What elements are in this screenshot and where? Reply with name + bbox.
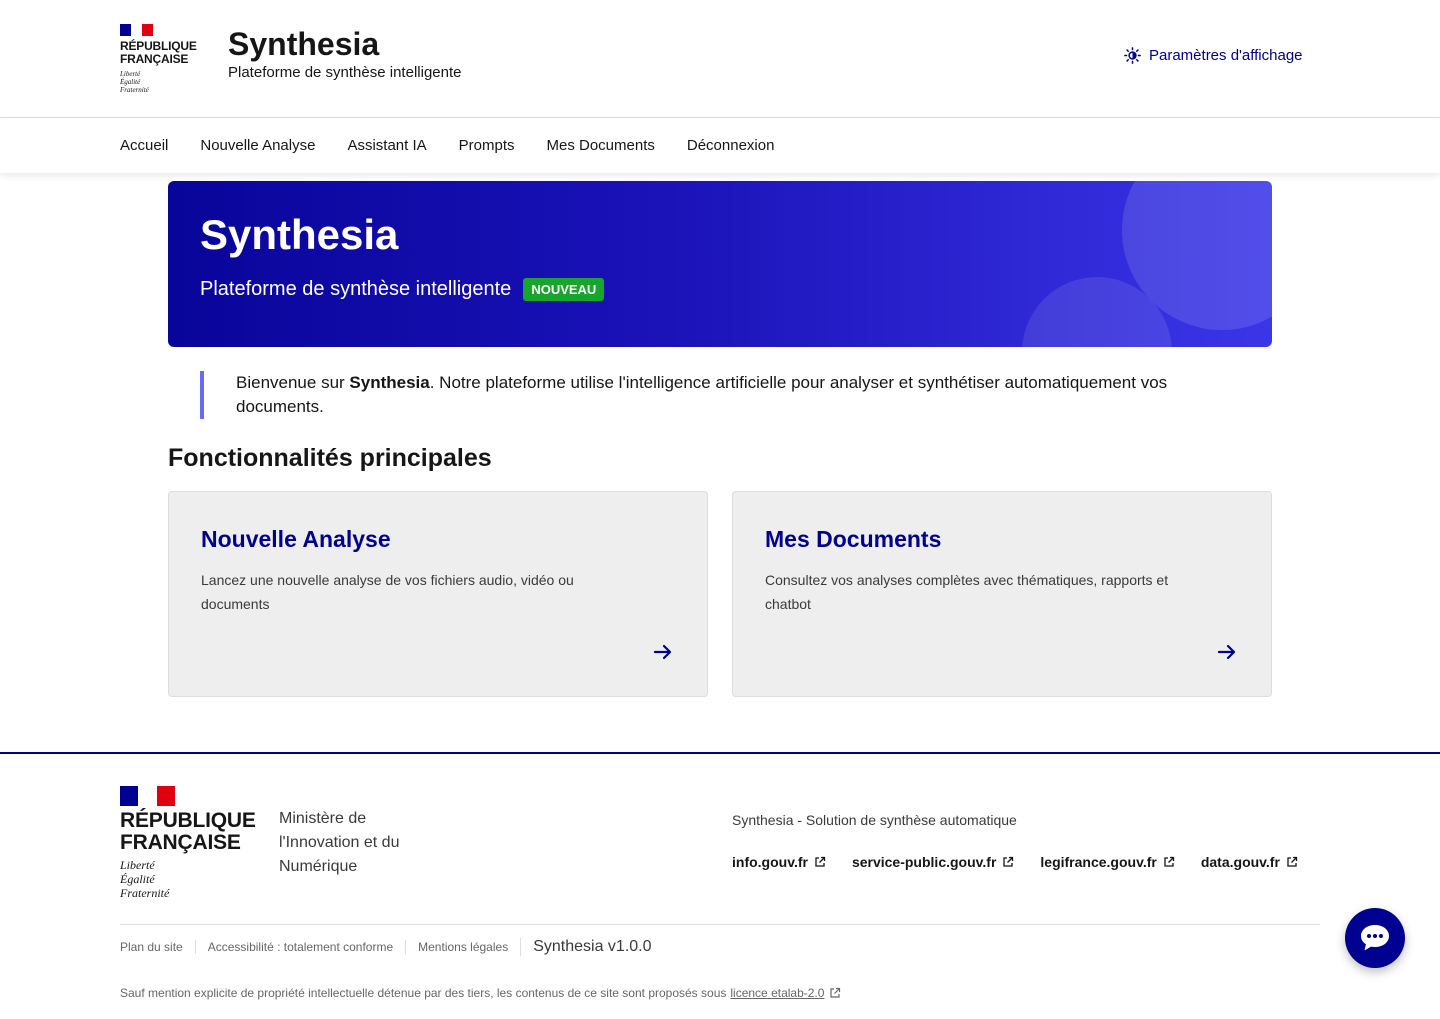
footer-link-data-gouv[interactable]: data.gouv.fr [1201,854,1298,870]
ministry-logo-alt[interactable]: Ministère de l'Innovation et du Numériqu… [279,807,429,879]
nav-item-nouvelle-analyse[interactable]: Nouvelle Analyse [200,137,315,154]
site-title[interactable]: Synthesia [228,26,379,63]
license-link-label: licence etalab-2.0 [730,986,825,1000]
features-title: Fonctionnalités principales [168,444,492,472]
arrow-right-icon [653,644,672,660]
site-footer: République Française Liberté Égalité Fra… [0,752,1440,1019]
card-description: Consultez vos analyses complètes avec th… [765,572,1169,612]
link-label: data.gouv.fr [1200,854,1280,870]
footer-divider [120,924,1320,925]
rf-motto-2: Égalité [120,78,141,86]
rf-motto-3: Fraternité [120,86,149,94]
link-label: info.gouv.fr [732,854,808,870]
external-link-icon [1287,856,1298,867]
nav-item-assistant-ia[interactable]: Assistant IA [347,137,426,154]
card-mes-documents[interactable]: Mes Documents Consultez vos analyses com… [732,491,1272,697]
republique-francaise-logo[interactable]: République Française Liberté Égalité Fra… [120,24,200,94]
rf-motto-1: Liberté [120,70,141,78]
hero-subtitle-row: Plateforme de synthèse intelligente Nouv… [200,278,605,301]
main-navigation: Accueil Nouvelle Analyse Assistant IA Pr… [0,118,1440,173]
external-link-icon [815,856,826,867]
rf-name-line2: Française [120,52,189,66]
nav-item-deconnexion[interactable]: Déconnexion [687,137,775,154]
plan-du-site-link[interactable]: Plan du site [120,940,195,954]
rf-motto-2: Égalité [120,872,155,886]
hero-title: Synthesia [200,211,399,258]
rf-name-line2: Française [120,831,241,854]
external-link-icon [830,987,841,998]
accessibilite-link[interactable]: Accessibilité : totalement conforme [194,940,405,954]
sun-icon [1124,47,1141,64]
footer-bottom-links: Plan du site Accessibilité : totalement … [120,938,652,956]
footer-rf-logo[interactable]: République Française Liberté Égalité Fra… [120,786,256,900]
display-settings-button[interactable]: Paramètres d'affichage [1124,47,1303,64]
rf-motto-3: Fraternité [120,886,170,900]
license-text: Sauf mention explicite de propriété inte… [120,986,727,1000]
chat-bubble-icon [1361,925,1389,951]
mentions-legales-link[interactable]: Mentions légales [405,940,520,954]
external-link-icon [1164,856,1174,867]
welcome-callout: Bienvenue sur Synthesia. Notre plateform… [200,371,1210,419]
card-title: Nouvelle Analyse [201,526,391,552]
display-settings-label: Paramètres d'affichage [1149,47,1303,64]
site-tagline: Plateforme de synthèse intelligente [228,64,462,81]
external-link-icon [1003,856,1014,867]
link-label: legifrance.gouv.fr [1040,854,1157,870]
new-badge: Nouveau [523,278,605,301]
hero-banner: Synthesia Plateforme de synthèse intelli… [168,181,1272,347]
card-description: Lancez une nouvelle analyse de vos fichi… [201,572,574,612]
nav-item-mes-documents[interactable]: Mes Documents [547,137,655,154]
site-header: République Française Liberté Égalité Fra… [0,0,1440,118]
footer-link-legifrance[interactable]: legifrance.gouv.fr [1040,854,1174,870]
footer-link-info-gouv[interactable]: info.gouv.fr [732,854,826,870]
footer-link-service-public[interactable]: service-public.gouv.fr [852,854,1014,870]
french-flag-icon [120,786,175,806]
french-flag-icon [120,24,153,36]
hero-subtitle: Plateforme de synthèse intelligente [200,278,512,300]
license-notice: Sauf mention explicite de propriété inte… [120,986,841,1000]
welcome-strong: Synthesia [349,373,430,392]
footer-description: Synthesia - Solution de synthèse automat… [732,812,1017,828]
rf-name-line1: République [120,809,256,832]
version-label: Synthesia v1.0.0 [520,938,652,956]
link-label: service-public.gouv.fr [851,854,997,870]
welcome-prefix: Bienvenue sur [236,373,350,392]
footer-links: info.gouv.fr service-public.gouv.fr legi… [732,854,1298,870]
license-link[interactable]: licence etalab-2.0 [730,986,841,1000]
rf-motto-1: Liberté [120,858,155,872]
chat-assistant-button[interactable] [1345,908,1405,968]
arrow-right-icon [1217,644,1236,660]
nav-item-prompts[interactable]: Prompts [459,137,515,154]
card-nouvelle-analyse[interactable]: Nouvelle Analyse Lancez une nouvelle ana… [168,491,708,697]
nav-item-accueil[interactable]: Accueil [120,137,168,154]
card-title: Mes Documents [765,526,942,552]
